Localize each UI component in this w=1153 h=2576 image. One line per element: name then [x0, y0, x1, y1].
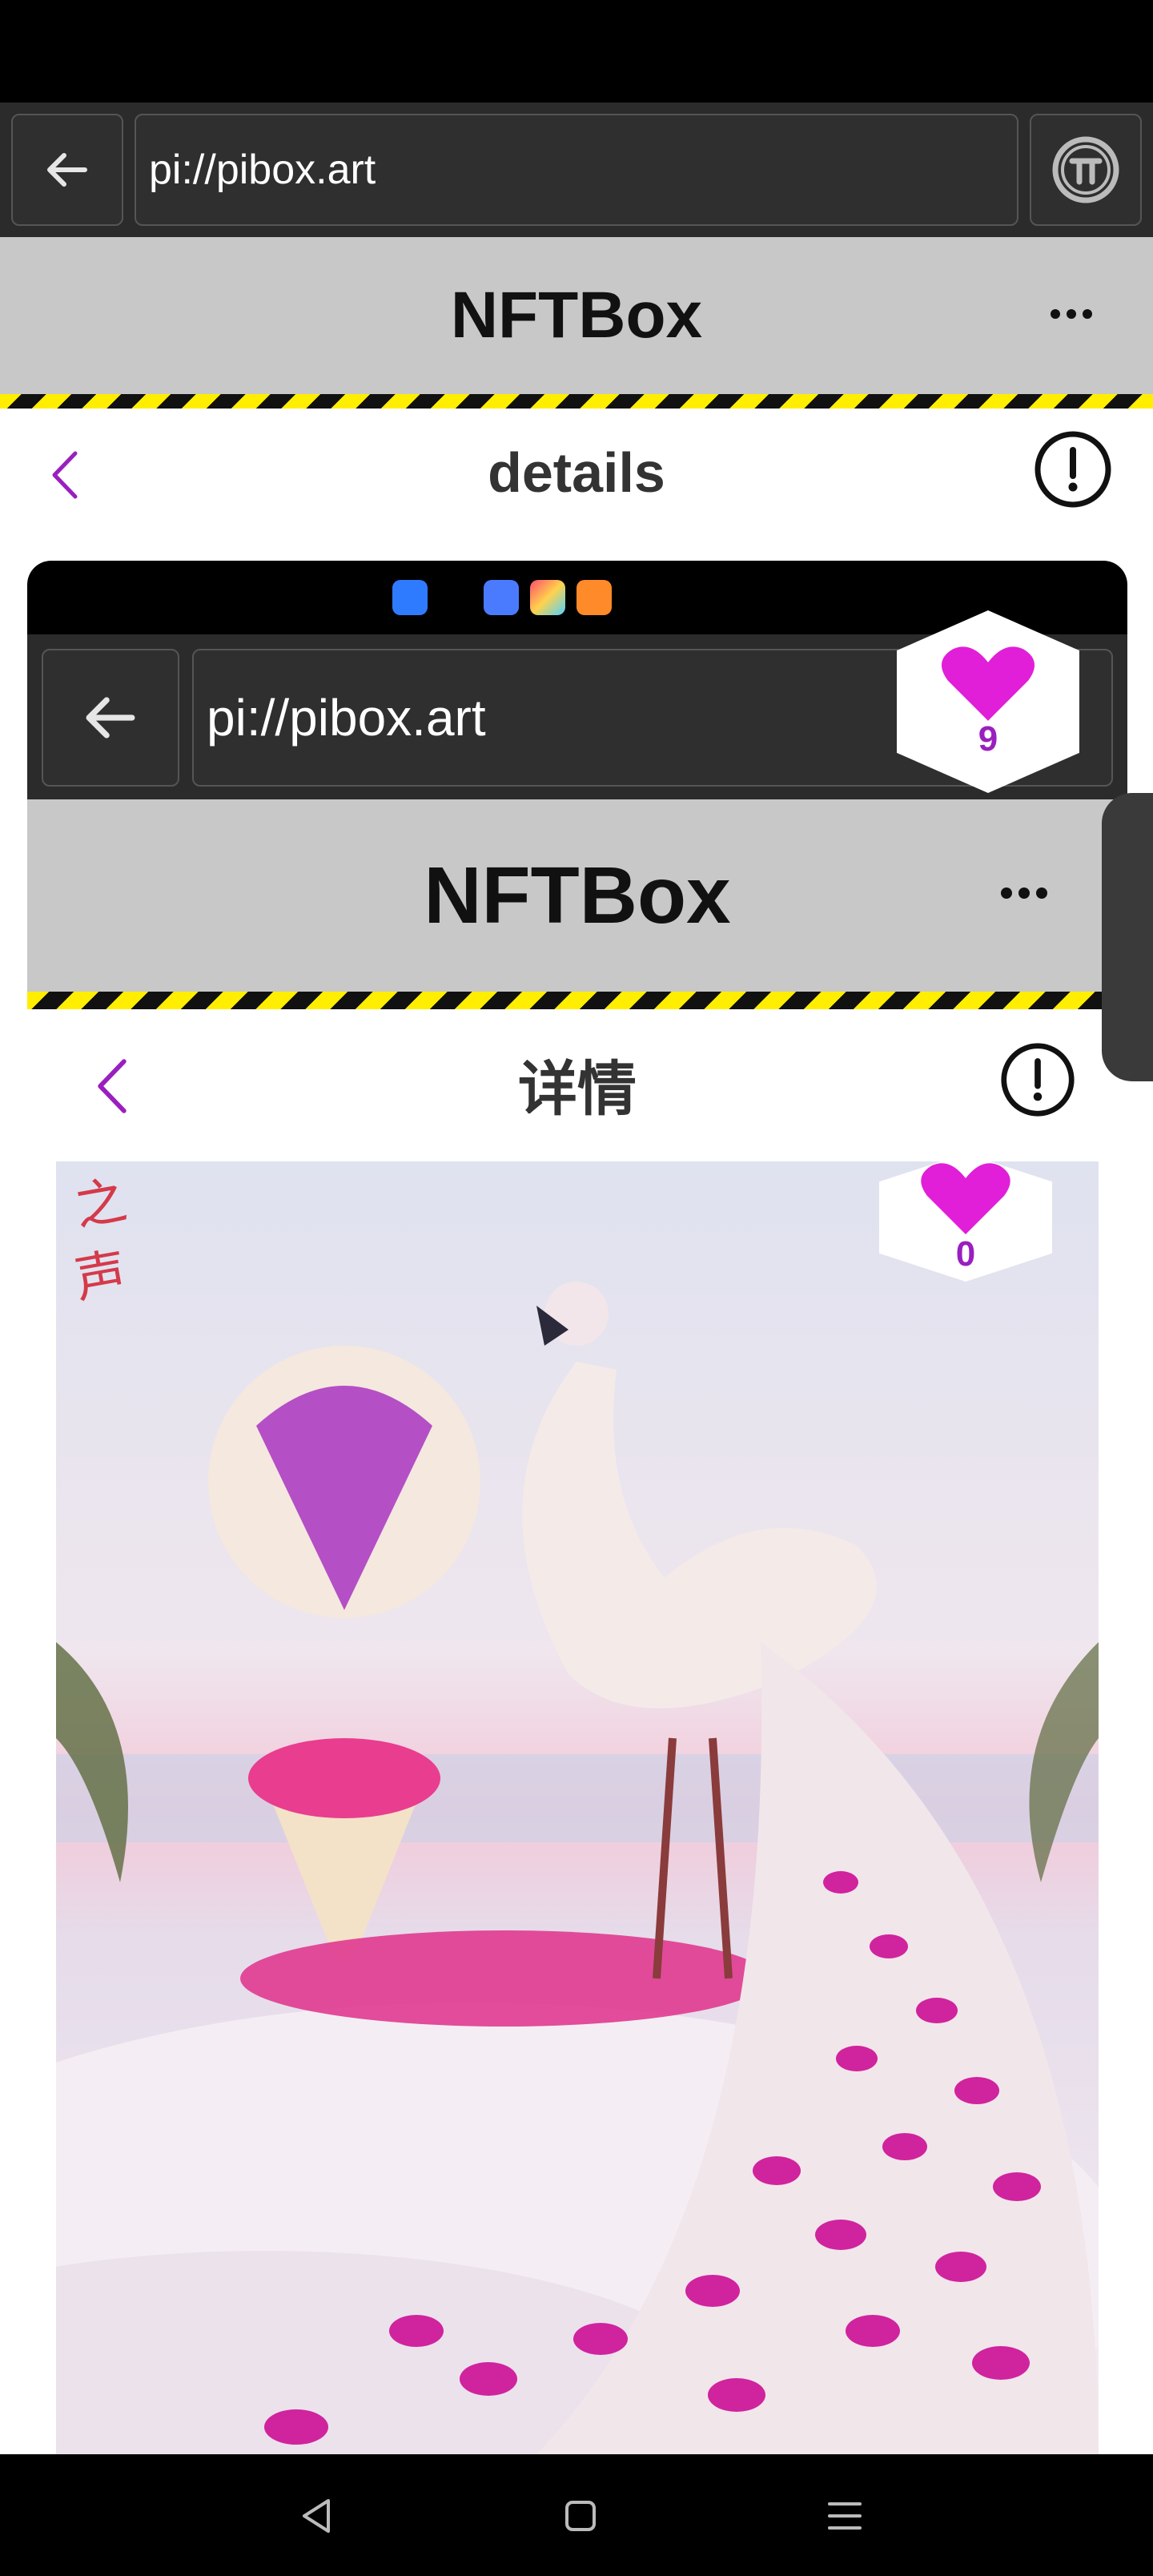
chevron-left-icon — [98, 1059, 127, 1113]
svg-text:声: 声 — [70, 1243, 131, 1310]
nft-artwork-preview[interactable]: pi://pibox.art NFTBox 详情 之 声 0 — [27, 561, 1127, 2454]
svg-text:之: 之 — [70, 1171, 131, 1238]
hazard-stripe-divider — [0, 394, 1153, 409]
peacock-illustration: 之 声 — [56, 1171, 1099, 2454]
arrow-left-icon — [86, 697, 135, 739]
status-bar — [0, 0, 1153, 103]
cloud-app-icon — [392, 580, 428, 615]
exclamation-circle-icon[interactable] — [1033, 429, 1113, 509]
page-title: details — [488, 441, 665, 504]
system-navigation-bar — [0, 2454, 1153, 2576]
more-horizontal-icon[interactable] — [1051, 309, 1092, 319]
preview-url-text: pi://pibox.art — [207, 689, 486, 747]
music-app-icon — [484, 580, 519, 615]
hamburger-menu-icon[interactable] — [825, 2496, 865, 2536]
url-text: pi://pibox.art — [149, 147, 376, 193]
photos-app-icon — [530, 580, 565, 615]
like-count-inner: 0 — [955, 1234, 976, 1274]
heart-icon — [921, 1163, 1010, 1234]
preview-app-header: NFTBox — [27, 799, 1127, 992]
browser-toolbar: pi://pibox.art — [0, 103, 1153, 237]
square-home-icon[interactable] — [560, 2496, 601, 2536]
video-app-icon — [576, 580, 612, 615]
preview-hazard-stripe — [27, 992, 1127, 1009]
details-header: details — [0, 409, 1153, 537]
like-count: 9 — [978, 719, 998, 759]
peacock-artwork-image: 之 声 0 — [56, 1161, 1099, 2454]
preview-page-title: 详情 — [518, 1055, 637, 1122]
preview-back-button — [42, 649, 179, 787]
preview-app-title: NFTBox — [424, 850, 731, 940]
browser-url-field[interactable]: pi://pibox.art — [135, 114, 1018, 226]
app-header: NFTBox — [0, 237, 1153, 394]
triangle-back-icon[interactable] — [296, 2496, 336, 2536]
preview-details-header: 详情 — [27, 1009, 1127, 1158]
pi-browser-button[interactable] — [1030, 114, 1142, 226]
heart-icon — [941, 646, 1035, 721]
side-drawer-handle[interactable] — [1102, 793, 1153, 1081]
app-title: NFTBox — [450, 279, 703, 352]
pi-logo-icon — [1052, 136, 1119, 203]
chevron-left-icon[interactable] — [45, 447, 85, 503]
arrow-left-icon — [47, 153, 87, 187]
exclamation-circle-icon — [1001, 1043, 1075, 1117]
browser-back-button[interactable] — [11, 114, 123, 226]
more-horizontal-icon — [1001, 888, 1047, 899]
